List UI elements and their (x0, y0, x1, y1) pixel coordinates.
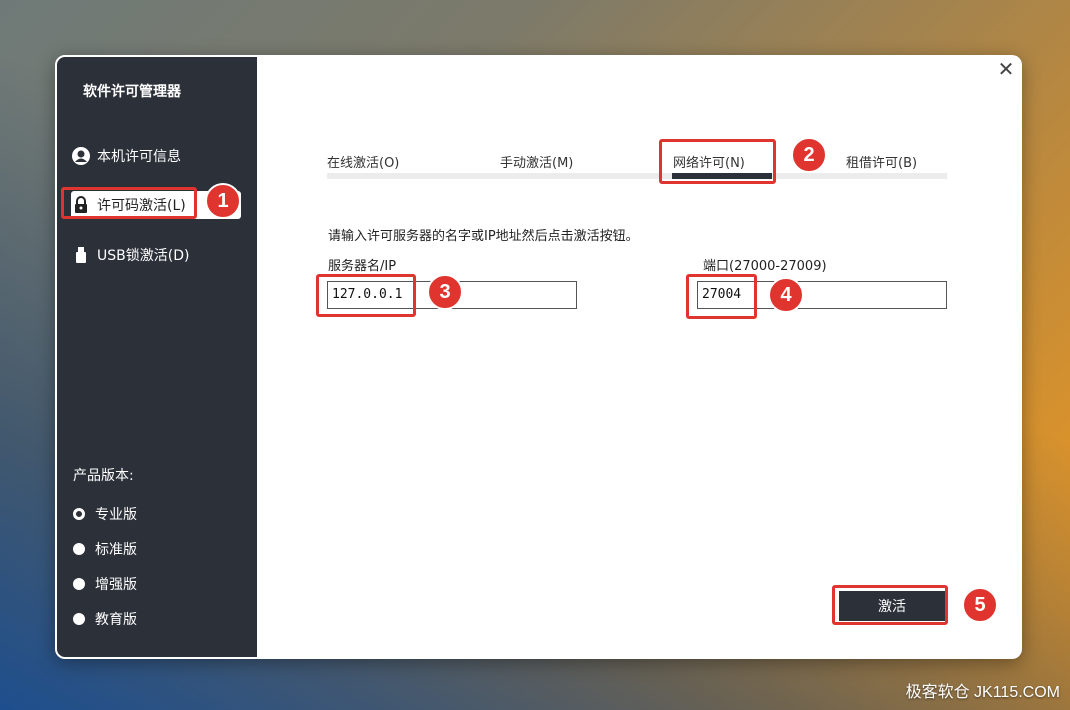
version-option-pro[interactable]: 专业版 (73, 503, 137, 525)
app-title: 软件许可管理器 (83, 84, 181, 100)
step-badge: 2 (791, 137, 827, 173)
radio-icon (73, 543, 85, 555)
active-tab-indicator (672, 173, 772, 179)
user-icon (71, 146, 91, 166)
version-option-label: 标准版 (95, 542, 137, 558)
version-option-enhanced[interactable]: 增强版 (73, 573, 137, 595)
main-content: ✕ 在线激活(O) 手动激活(M) 网络许可(N) 租借许可(B) 请输入许可服… (257, 57, 1020, 657)
sidebar-item-usb[interactable]: USB锁激活(D) (71, 241, 189, 269)
close-icon[interactable]: ✕ (994, 57, 1018, 81)
step-badge: 1 (205, 183, 241, 219)
step-badge: 4 (768, 277, 804, 313)
usb-icon (71, 245, 91, 265)
version-label: 产品版本: (73, 468, 134, 484)
watermark: 极客软仓 JK115.COM (905, 684, 1060, 701)
step-badge: 3 (427, 274, 463, 310)
server-label: 服务器名/IP (328, 259, 397, 274)
tab-track (327, 173, 947, 179)
port-input[interactable]: 27004 (697, 281, 947, 309)
sidebar: 软件许可管理器 本机许可信息 许可码激活(L) USB锁激活(D) 产品版本: … (57, 57, 257, 657)
instructions-text: 请输入许可服务器的名字或IP地址然后点击激活按钮。 (328, 229, 639, 244)
tab-online-activation[interactable]: 在线激活(O) (327, 152, 399, 171)
tab-borrow-license[interactable]: 租借许可(B) (846, 152, 917, 171)
tab-network-license[interactable]: 网络许可(N) (673, 152, 745, 171)
version-option-education[interactable]: 教育版 (73, 608, 137, 630)
license-manager-window: 软件许可管理器 本机许可信息 许可码激活(L) USB锁激活(D) 产品版本: … (55, 55, 1022, 659)
sidebar-item-label: USB锁激活(D) (97, 248, 190, 264)
version-option-label: 教育版 (95, 612, 137, 628)
version-option-standard[interactable]: 标准版 (73, 538, 137, 560)
sidebar-item-local-license[interactable]: 本机许可信息 (71, 142, 181, 170)
sidebar-item-label: 本机许可信息 (97, 149, 181, 165)
radio-icon (73, 578, 85, 590)
step-badge: 5 (962, 587, 998, 623)
radio-icon (73, 508, 85, 520)
version-option-label: 增强版 (95, 577, 137, 593)
port-label: 端口(27000-27009) (703, 259, 827, 274)
activate-button[interactable]: 激活 (839, 591, 945, 621)
lock-icon (71, 195, 91, 215)
radio-icon (73, 613, 85, 625)
sidebar-item-label: 许可码激活(L) (97, 198, 186, 214)
version-option-label: 专业版 (95, 507, 137, 523)
tab-manual-activation[interactable]: 手动激活(M) (500, 152, 573, 171)
